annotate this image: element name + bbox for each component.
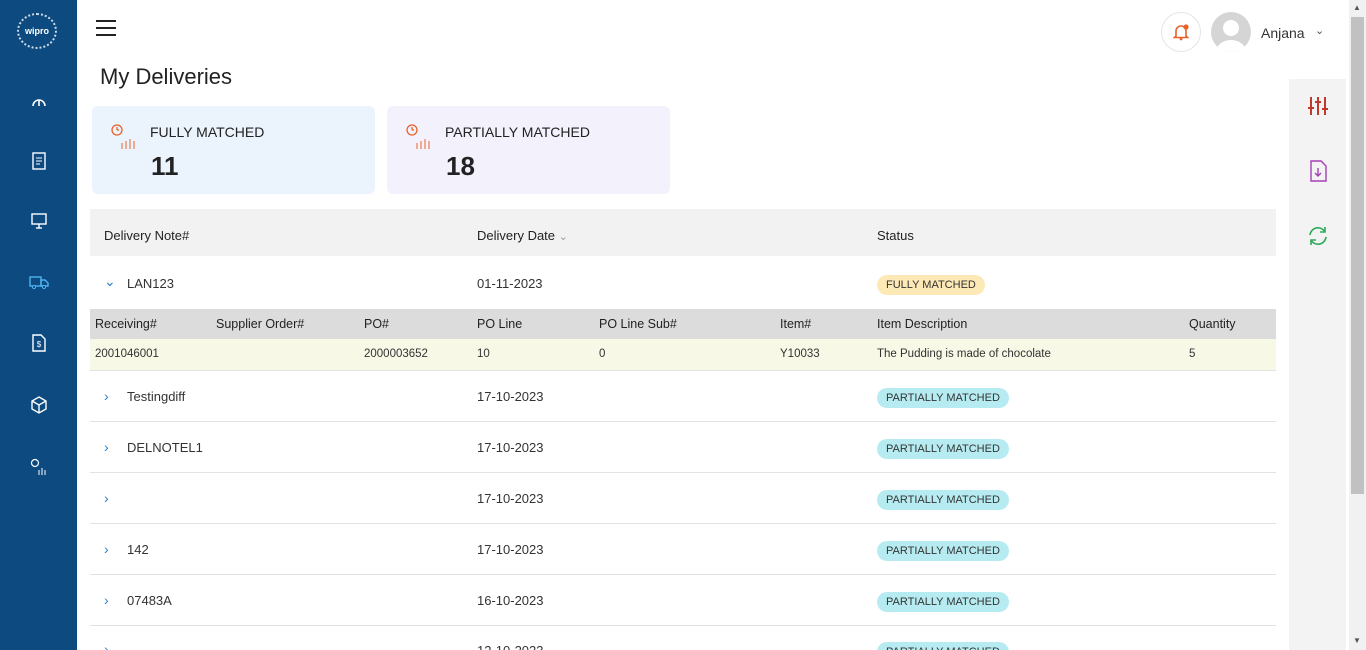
table-row[interactable]: ⌄ LAN123 01-11-2023 FULLY MATCHED bbox=[90, 257, 1276, 309]
user-menu-chevron-icon[interactable]: ⌄ bbox=[1315, 24, 1324, 37]
column-header[interactable]: Delivery Note# bbox=[104, 228, 189, 243]
delivery-note: DELNOTEL1 bbox=[127, 440, 203, 455]
analytics-icon[interactable] bbox=[28, 456, 50, 478]
subtable-header: Receiving# Supplier Order# PO# PO Line P… bbox=[90, 309, 1276, 339]
sidebar: wipro $ bbox=[0, 0, 77, 650]
delivery-date: 17-10-2023 bbox=[477, 389, 544, 404]
column-header: PO Line Sub# bbox=[599, 317, 677, 331]
table-header: Delivery Note# Delivery Date ⌄ Status bbox=[90, 209, 1276, 256]
notification-bell-icon[interactable] bbox=[1161, 12, 1201, 52]
collapse-chevron-icon[interactable]: ⌄ bbox=[104, 273, 116, 290]
username[interactable]: Anjana bbox=[1261, 25, 1305, 41]
item-cell: Y10033 bbox=[780, 348, 820, 360]
avatar[interactable] bbox=[1211, 12, 1251, 52]
quantity-cell: 5 bbox=[1189, 348, 1196, 360]
column-header: Quantity bbox=[1189, 317, 1236, 331]
status-badge: PARTIALLY MATCHED bbox=[877, 541, 1009, 561]
po-line-cell: 10 bbox=[477, 348, 490, 360]
column-header: Supplier Order# bbox=[216, 317, 305, 331]
delivery-truck-icon[interactable] bbox=[28, 271, 50, 293]
delivery-date: 17-10-2023 bbox=[477, 542, 544, 557]
column-header: PO# bbox=[364, 317, 390, 331]
column-header: Item Description bbox=[877, 317, 968, 331]
column-header[interactable]: Status bbox=[877, 228, 914, 243]
hamburger-menu-icon[interactable] bbox=[96, 20, 116, 38]
dashboard-icon[interactable] bbox=[28, 90, 50, 112]
po-line-sub-cell: 0 bbox=[599, 348, 606, 360]
delivery-note: LAN123 bbox=[127, 276, 174, 291]
receiving-cell: 2001046001 bbox=[95, 348, 159, 360]
svg-text:$: $ bbox=[37, 340, 42, 349]
sort-chevron-icon[interactable]: ⌄ bbox=[559, 231, 568, 243]
delivery-note: 07483A bbox=[127, 593, 172, 608]
scrollbar[interactable]: ▲ ▼ bbox=[1349, 0, 1366, 650]
expand-chevron-icon[interactable]: › bbox=[104, 541, 109, 557]
refresh-icon[interactable] bbox=[1307, 225, 1329, 247]
card-value: 18 bbox=[446, 151, 475, 181]
status-badge: PARTIALLY MATCHED bbox=[877, 439, 1009, 459]
payment-document-icon[interactable]: $ bbox=[28, 332, 50, 354]
partially-matched-card[interactable]: PARTIALLY MATCHED 18 bbox=[387, 106, 670, 194]
download-document-icon[interactable] bbox=[1307, 160, 1329, 182]
package-icon[interactable] bbox=[28, 394, 50, 416]
delivery-date: 12-10-2023 bbox=[477, 643, 544, 650]
table-row[interactable]: › 12-10-2023 PARTIALLY MATCHED bbox=[90, 626, 1276, 650]
delivery-date: 17-10-2023 bbox=[477, 440, 544, 455]
subtable-row: 2001046001 2000003652 10 0 Y10033 The Pu… bbox=[90, 339, 1276, 371]
column-header: PO Line bbox=[477, 317, 523, 331]
scroll-up-icon[interactable]: ▲ bbox=[1353, 3, 1361, 12]
fully-matched-card[interactable]: FULLY MATCHED 11 bbox=[92, 106, 375, 194]
table-row[interactable]: › Testingdiff 17-10-2023 PARTIALLY MATCH… bbox=[90, 371, 1276, 422]
status-badge: PARTIALLY MATCHED bbox=[877, 388, 1009, 408]
table-row[interactable]: › 17-10-2023 PARTIALLY MATCHED bbox=[90, 473, 1276, 524]
invoice-icon[interactable] bbox=[28, 150, 50, 172]
expand-chevron-icon[interactable]: › bbox=[104, 439, 109, 455]
scroll-down-icon[interactable]: ▼ bbox=[1353, 636, 1361, 645]
table-row[interactable]: › 142 17-10-2023 PARTIALLY MATCHED bbox=[90, 524, 1276, 575]
presentation-icon[interactable] bbox=[28, 210, 50, 232]
scrollbar-thumb[interactable] bbox=[1351, 17, 1364, 494]
column-header-sortable[interactable]: Delivery Date ⌄ bbox=[477, 228, 568, 243]
column-header: Receiving# bbox=[95, 317, 157, 331]
card-value: 11 bbox=[151, 151, 179, 181]
table-row[interactable]: › DELNOTEL1 17-10-2023 PARTIALLY MATCHED bbox=[90, 422, 1276, 473]
delivery-date: 16-10-2023 bbox=[477, 593, 544, 608]
table-row[interactable]: › 07483A 16-10-2023 PARTIALLY MATCHED bbox=[90, 575, 1276, 626]
page-title: My Deliveries bbox=[100, 64, 233, 89]
column-header-label: Delivery Date bbox=[477, 228, 556, 243]
delivery-note: Testingdiff bbox=[127, 389, 186, 404]
expand-chevron-icon[interactable]: › bbox=[104, 388, 109, 404]
po-cell: 2000003652 bbox=[364, 348, 428, 360]
status-badge: PARTIALLY MATCHED bbox=[877, 642, 1009, 650]
item-description-cell: The Pudding is made of chocolate bbox=[877, 348, 1051, 360]
status-badge: FULLY MATCHED bbox=[877, 275, 985, 295]
expand-chevron-icon[interactable]: › bbox=[104, 490, 109, 506]
chart-icon bbox=[405, 123, 435, 156]
card-label: PARTIALLY MATCHED bbox=[445, 124, 590, 140]
chart-icon bbox=[110, 123, 140, 156]
column-header: Item# bbox=[780, 317, 812, 331]
wipro-logo[interactable]: wipro bbox=[17, 13, 57, 49]
expand-chevron-icon[interactable]: › bbox=[104, 641, 109, 650]
delivery-note: 142 bbox=[127, 542, 149, 557]
delivery-date: 01-11-2023 bbox=[477, 276, 543, 291]
card-label: FULLY MATCHED bbox=[150, 124, 265, 140]
status-badge: PARTIALLY MATCHED bbox=[877, 490, 1009, 510]
status-badge: PARTIALLY MATCHED bbox=[877, 592, 1009, 612]
filter-sliders-icon[interactable] bbox=[1307, 95, 1329, 117]
expand-chevron-icon[interactable]: › bbox=[104, 592, 109, 608]
delivery-date: 17-10-2023 bbox=[477, 491, 544, 506]
right-tool-panel bbox=[1289, 79, 1346, 650]
